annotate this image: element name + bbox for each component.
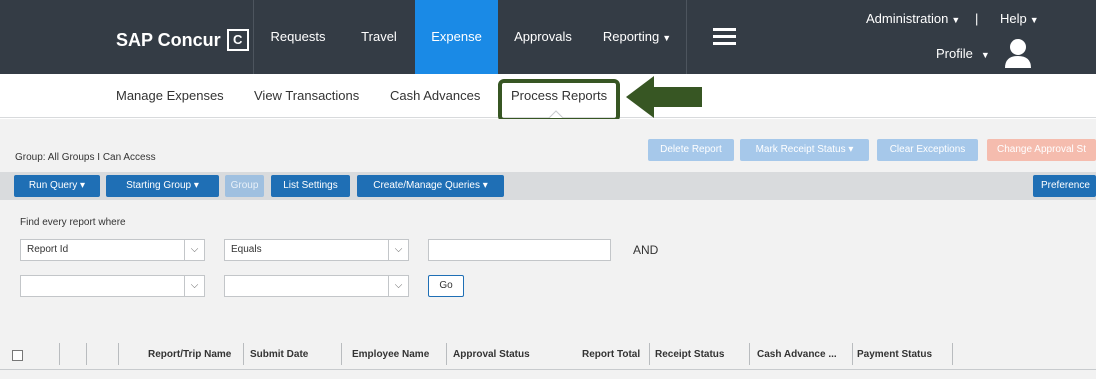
operator-select[interactable]: Equals ⌵: [224, 239, 409, 261]
column-separator: [59, 343, 60, 365]
group-label: Group: All Groups I Can Access: [15, 152, 156, 163]
starting-group-button[interactable]: Starting Group ▾: [106, 175, 219, 197]
go-button[interactable]: Go: [428, 275, 464, 297]
nav-label: Approvals: [514, 29, 572, 44]
nav-label: Travel: [361, 29, 397, 44]
column-separator: [243, 343, 244, 365]
column-header-employee-name[interactable]: Employee Name: [352, 349, 429, 360]
nav-divider: [686, 0, 687, 74]
column-header-report-name[interactable]: Report/Trip Name: [148, 349, 231, 360]
operator-select-value: Equals: [231, 244, 262, 255]
nav-expense[interactable]: Expense: [415, 0, 498, 74]
subnav-cash-advances[interactable]: Cash Advances: [390, 88, 480, 103]
nav-label: Requests: [270, 29, 326, 44]
table-header-divider: [0, 369, 1096, 370]
column-header-payment-status[interactable]: Payment Status: [857, 349, 932, 360]
column-separator: [86, 343, 87, 365]
create-manage-queries-button[interactable]: Create/Manage Queries ▾: [357, 175, 504, 197]
chevron-down-icon: ⌵: [184, 276, 204, 296]
logo-mark-icon: C: [226, 29, 249, 51]
value-input[interactable]: [428, 239, 611, 261]
column-separator: [749, 343, 750, 365]
chevron-down-icon: ▼: [662, 33, 672, 43]
nav-label: Expense: [431, 29, 482, 44]
and-label: AND: [633, 243, 659, 257]
chevron-down-icon: ⌵: [388, 276, 408, 296]
chevron-down-icon: ▼: [951, 15, 961, 25]
nav-reporting[interactable]: Reporting ▼: [588, 0, 686, 74]
administration-menu[interactable]: Administration ▼: [866, 11, 960, 26]
column-separator: [118, 343, 119, 365]
profile-label: Profile: [936, 46, 973, 61]
chevron-down-icon: ⌵: [388, 240, 408, 260]
field-select-2[interactable]: ⌵: [20, 275, 205, 297]
find-label: Find every report where: [20, 217, 126, 228]
highlight-box: [498, 79, 620, 122]
delete-report-button[interactable]: Delete Report: [648, 139, 734, 161]
chevron-down-icon: ▼: [1029, 15, 1039, 25]
user-avatar-icon[interactable]: [1004, 38, 1032, 68]
column-header-report-total[interactable]: Report Total: [582, 349, 640, 360]
change-approval-status-button[interactable]: Change Approval St: [987, 139, 1096, 161]
preferences-button[interactable]: Preference: [1033, 175, 1096, 197]
subnav-view-transactions[interactable]: View Transactions: [254, 88, 359, 103]
column-header-receipt-status[interactable]: Receipt Status: [655, 349, 724, 360]
menu-separator: |: [975, 11, 979, 26]
profile-menu[interactable]: Profile ▼: [936, 46, 990, 61]
help-label: Help: [1000, 11, 1027, 26]
hamburger-menu-icon[interactable]: [713, 28, 736, 45]
nav-requests[interactable]: Requests: [253, 0, 343, 74]
help-menu[interactable]: Help ▼: [1000, 11, 1039, 26]
left-arrow-icon: [626, 76, 702, 118]
column-header-submit-date[interactable]: Submit Date: [250, 349, 308, 360]
chevron-down-icon: ▼: [980, 50, 990, 60]
column-separator: [952, 343, 953, 365]
column-separator: [852, 343, 853, 365]
select-all-checkbox[interactable]: [12, 350, 23, 361]
nav-travel[interactable]: Travel: [343, 0, 415, 74]
list-settings-button[interactable]: List Settings: [271, 175, 350, 197]
logo-text: SAP Concur: [116, 29, 221, 50]
clear-exceptions-button[interactable]: Clear Exceptions: [877, 139, 978, 161]
column-header-cash-advance[interactable]: Cash Advance ...: [757, 349, 837, 360]
sap-concur-logo[interactable]: SAP Concur C: [116, 29, 249, 51]
operator-select-2[interactable]: ⌵: [224, 275, 409, 297]
nav-label: Reporting: [602, 29, 660, 44]
field-select[interactable]: Report Id ⌵: [20, 239, 205, 261]
field-select-value: Report Id: [27, 244, 69, 255]
column-header-approval-status[interactable]: Approval Status: [453, 349, 530, 360]
group-button[interactable]: Group: [225, 175, 264, 197]
column-separator: [649, 343, 650, 365]
chevron-down-icon: ⌵: [184, 240, 204, 260]
subnav-manage-expenses[interactable]: Manage Expenses: [116, 88, 224, 103]
nav-approvals[interactable]: Approvals: [498, 0, 588, 74]
run-query-button[interactable]: Run Query ▾: [14, 175, 100, 197]
column-separator: [341, 343, 342, 365]
administration-label: Administration: [866, 11, 949, 26]
column-separator: [446, 343, 447, 365]
mark-receipt-status-button[interactable]: Mark Receipt Status ▾: [740, 139, 869, 161]
